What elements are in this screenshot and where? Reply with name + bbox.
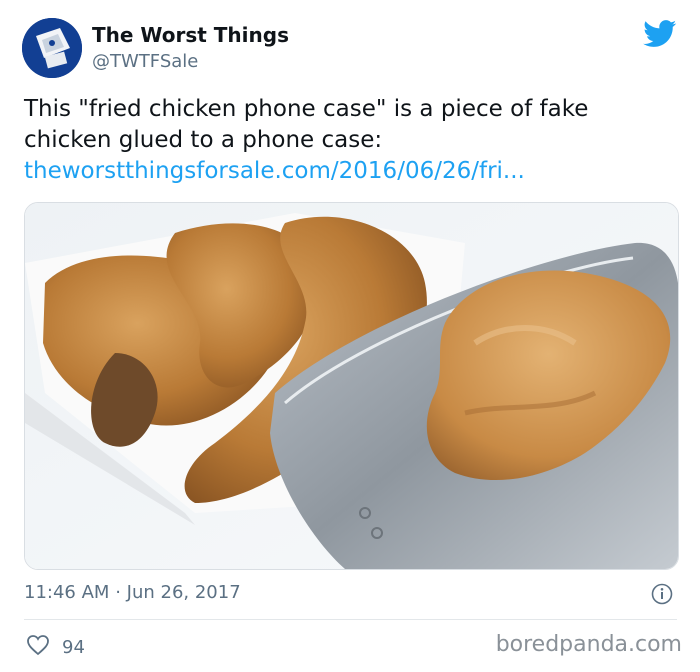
tweet-date: Jun 26, 2017 xyxy=(126,582,241,603)
author-display-name[interactable]: The Worst Things xyxy=(92,23,289,47)
author-avatar[interactable] xyxy=(22,18,82,78)
tweet-photo[interactable] xyxy=(24,202,679,570)
tweet-timestamp[interactable]: 11:46 AM · Jun 26, 2017 xyxy=(24,582,241,603)
info-icon[interactable] xyxy=(651,583,673,605)
like-count: 94 xyxy=(62,637,85,658)
like-button[interactable]: 94 xyxy=(26,634,85,661)
tweet-text: This "fried chicken phone case" is a pie… xyxy=(24,94,674,187)
heart-icon xyxy=(26,634,50,661)
tweet-body: This "fried chicken phone case" is a pie… xyxy=(24,96,589,153)
twitter-bird-icon[interactable] xyxy=(643,20,677,48)
meta-separator: · xyxy=(115,582,121,603)
divider xyxy=(24,619,677,620)
tweet-link[interactable]: theworstthingsforsale.com/2016/06/26/fri… xyxy=(24,156,525,187)
boredpanda-watermark: boredpanda.com xyxy=(495,632,682,657)
author-handle[interactable]: @TWTFSale xyxy=(92,51,198,72)
tweet-time: 11:46 AM xyxy=(24,582,110,603)
